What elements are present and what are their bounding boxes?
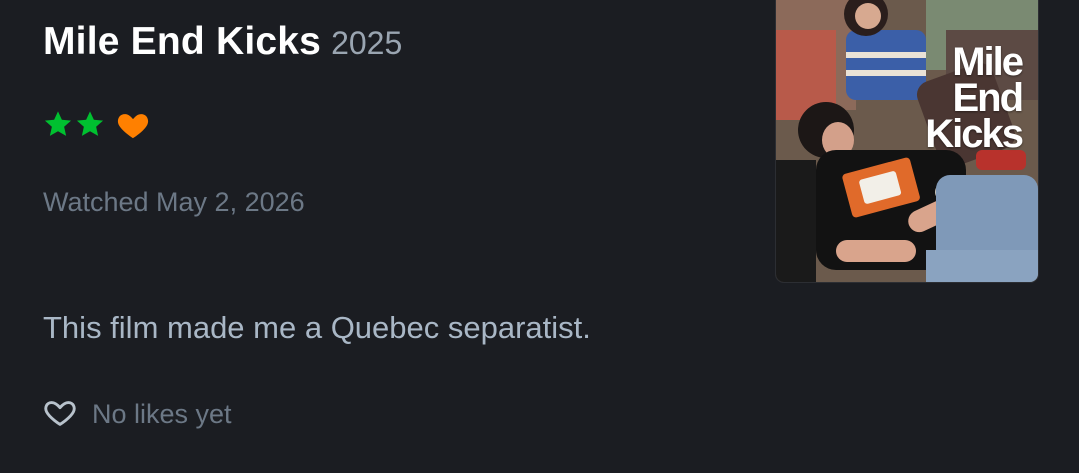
poster-title-line: Kicks [925, 112, 1024, 156]
poster-title-line: Mile [952, 40, 1024, 84]
heart-filled-icon [116, 108, 150, 140]
film-year[interactable]: 2025 [331, 25, 402, 62]
poster-title: Mile End Kicks [925, 40, 1024, 156]
review-text: This film made me a Quebec separatist. [43, 310, 591, 345]
review-header: Mile End Kicks 2025 [43, 20, 402, 64]
film-poster[interactable]: Mile End Kicks [776, 0, 1038, 282]
poster-title-line: End [952, 76, 1024, 120]
likes-row: No likes yet [42, 396, 232, 433]
watched-date: Watched May 2, 2026 [43, 187, 305, 217]
heart-outline-icon[interactable] [42, 396, 78, 433]
likes-count: No likes yet [92, 399, 232, 429]
rating-row [42, 108, 150, 140]
film-title[interactable]: Mile End Kicks [43, 20, 321, 64]
star-icon [74, 108, 106, 140]
star-icon [42, 108, 74, 140]
